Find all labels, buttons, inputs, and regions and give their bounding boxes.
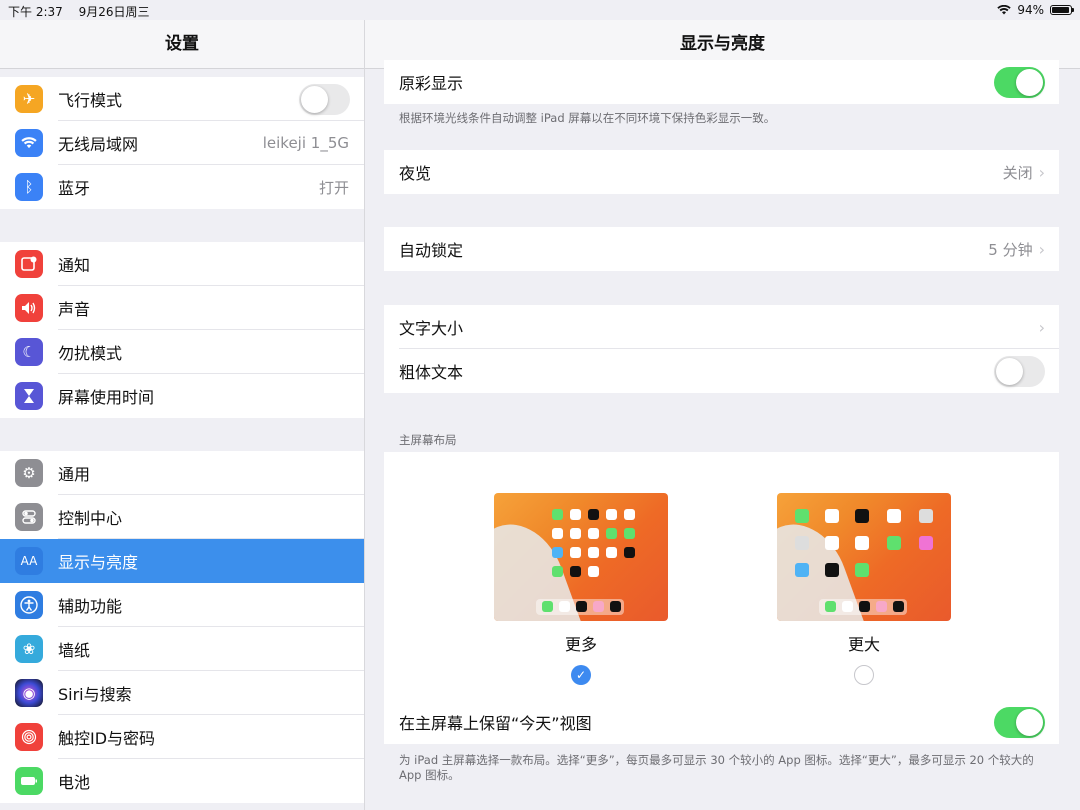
chevron-right-icon: › bbox=[1038, 162, 1045, 182]
sidebar-item-wifi[interactable]: 无线局域网 leikeji 1_5G bbox=[0, 121, 364, 165]
layout-bigger-radio[interactable] bbox=[854, 665, 874, 685]
sidebar-item-bluetooth[interactable]: ᛒ 蓝牙 打开 bbox=[0, 165, 364, 209]
display-brightness-pane: 显示与亮度 原彩显示 根据环境光线条件自动调整 iPad 屏幕以在不同环境下保持… bbox=[365, 20, 1080, 810]
text-size-label: 文字大小 bbox=[399, 319, 464, 338]
sidebar-title: 设置 bbox=[0, 20, 364, 69]
auto-lock-value: 5 分钟 bbox=[988, 240, 1033, 259]
status-time: 下午 2:37 bbox=[8, 5, 63, 19]
layout-more-preview bbox=[494, 493, 668, 621]
sidebar-item-label: 辅助功能 bbox=[58, 597, 123, 616]
airplane-mode-toggle[interactable] bbox=[299, 83, 350, 115]
sidebar-item-sounds[interactable]: 声音 bbox=[0, 286, 364, 330]
sidebar-item-accessibility[interactable]: 辅助功能 bbox=[0, 583, 364, 627]
fingerprint-icon bbox=[15, 723, 43, 751]
sidebar-item-label: 显示与亮度 bbox=[58, 553, 139, 572]
wallpaper-icon: ❀ bbox=[15, 635, 43, 663]
sidebar-item-battery[interactable]: 电池 bbox=[0, 759, 364, 803]
sidebar-item-do-not-disturb[interactable]: ☾ 勿扰模式 bbox=[0, 330, 364, 374]
sidebar-item-touch-id-passcode[interactable]: 触控ID与密码 bbox=[0, 715, 364, 759]
sidebar-item-label: 飞行模式 bbox=[58, 91, 123, 110]
bold-text-toggle[interactable] bbox=[994, 355, 1045, 387]
switches-icon bbox=[15, 503, 43, 531]
home-layout-header: 主屏幕布局 bbox=[399, 433, 457, 447]
wifi-status-icon bbox=[997, 5, 1012, 15]
sidebar-item-label: Siri与搜索 bbox=[58, 685, 132, 704]
layout-more-label: 更多 bbox=[564, 635, 597, 654]
sidebar-item-label: 通用 bbox=[58, 465, 91, 484]
text-group: 文字大小 › 粗体文本 bbox=[384, 305, 1059, 393]
true-tone-label: 原彩显示 bbox=[399, 74, 464, 93]
bluetooth-icon: ᛒ bbox=[15, 173, 43, 201]
bluetooth-value: 打开 bbox=[318, 178, 349, 197]
settings-sidebar: 设置 ✈ 飞行模式 无线局域网 leikeji 1_5G ᛒ 蓝牙 打开 通知 bbox=[0, 20, 365, 810]
night-shift-label: 夜览 bbox=[399, 164, 432, 183]
moon-icon: ☾ bbox=[15, 338, 43, 366]
chevron-right-icon: › bbox=[1038, 317, 1045, 337]
true-tone-group: 原彩显示 bbox=[384, 60, 1059, 104]
true-tone-toggle[interactable] bbox=[994, 66, 1045, 98]
sidebar-item-display-brightness[interactable]: AA 显示与亮度 bbox=[0, 539, 364, 583]
battery-icon bbox=[15, 767, 43, 795]
true-tone-row: 原彩显示 bbox=[384, 60, 1059, 104]
layout-bigger-label: 更大 bbox=[847, 635, 880, 654]
sidebar-item-wallpaper[interactable]: ❀ 墙纸 bbox=[0, 627, 364, 671]
bold-text-label: 粗体文本 bbox=[399, 363, 464, 382]
sidebar-item-screen-time[interactable]: 屏幕使用时间 bbox=[0, 374, 364, 418]
display-brightness-icon: AA bbox=[15, 547, 43, 575]
siri-icon: ◉ bbox=[15, 679, 43, 707]
bold-text-row: 粗体文本 bbox=[384, 349, 1059, 393]
wifi-network-value: leikeji 1_5G bbox=[262, 134, 349, 152]
text-size-row[interactable]: 文字大小 › bbox=[384, 305, 1059, 349]
sidebar-group-general: ⚙ 通用 控制中心 AA 显示与亮度 辅助功能 ❀ 墙纸 ◉ Siri与搜索 触… bbox=[0, 451, 364, 803]
layout-more-radio[interactable]: ✓ bbox=[571, 665, 591, 685]
sidebar-item-notifications[interactable]: 通知 bbox=[0, 242, 364, 286]
night-shift-value: 关闭 bbox=[1002, 163, 1033, 182]
notifications-icon bbox=[15, 250, 43, 278]
auto-lock-group: 自动锁定 5 分钟 › bbox=[384, 227, 1059, 271]
sidebar-group-notifications: 通知 声音 ☾ 勿扰模式 屏幕使用时间 bbox=[0, 242, 364, 418]
night-shift-group: 夜览 关闭 › bbox=[384, 150, 1059, 194]
status-bar: 下午 2:37 9月26日周三 94% bbox=[0, 0, 1080, 20]
home-layout-group: 更多 ✓ 更大 在主屏幕上保留“今天”视图 bbox=[384, 452, 1059, 744]
sidebar-item-control-center[interactable]: 控制中心 bbox=[0, 495, 364, 539]
keep-today-toggle[interactable] bbox=[994, 706, 1045, 738]
accessibility-icon bbox=[15, 591, 43, 619]
sidebar-item-label: 电池 bbox=[58, 773, 91, 792]
sidebar-group-connectivity: ✈ 飞行模式 无线局域网 leikeji 1_5G ᛒ 蓝牙 打开 bbox=[0, 77, 364, 209]
keep-today-label: 在主屏幕上保留“今天”视图 bbox=[399, 714, 592, 733]
sidebar-item-label: 声音 bbox=[58, 300, 91, 319]
sidebar-item-airplane-mode[interactable]: ✈ 飞行模式 bbox=[0, 77, 364, 121]
chevron-right-icon: › bbox=[1038, 239, 1045, 259]
sidebar-item-label: 通知 bbox=[58, 256, 91, 275]
layout-option-bigger[interactable]: 更大 bbox=[777, 493, 951, 685]
auto-lock-row[interactable]: 自动锁定 5 分钟 › bbox=[384, 227, 1059, 271]
auto-lock-label: 自动锁定 bbox=[399, 241, 464, 260]
sidebar-item-label: 墙纸 bbox=[58, 641, 91, 660]
sidebar-item-label: 屏幕使用时间 bbox=[58, 388, 155, 407]
layout-footnote: 为 iPad 主屏幕选择一款布局。选择“更多”，每页最多可显示 30 个较小的 … bbox=[399, 753, 1034, 782]
battery-percent: 94% bbox=[1017, 3, 1044, 17]
hourglass-icon bbox=[15, 382, 43, 410]
sidebar-item-label: 蓝牙 bbox=[58, 179, 91, 198]
sidebar-item-label: 无线局域网 bbox=[58, 135, 139, 154]
sidebar-item-label: 控制中心 bbox=[58, 509, 123, 528]
wifi-icon bbox=[15, 129, 43, 157]
layout-option-more[interactable]: 更多 ✓ bbox=[494, 493, 668, 685]
gear-icon: ⚙ bbox=[15, 459, 43, 487]
battery-icon bbox=[1050, 5, 1074, 15]
sidebar-item-label: 触控ID与密码 bbox=[58, 729, 156, 748]
airplane-icon: ✈ bbox=[15, 85, 43, 113]
speaker-icon bbox=[15, 294, 43, 322]
keep-today-row: 在主屏幕上保留“今天”视图 bbox=[384, 700, 1059, 744]
true-tone-footnote: 根据环境光线条件自动调整 iPad 屏幕以在不同环境下保持色彩显示一致。 bbox=[399, 111, 776, 125]
sidebar-item-label: 勿扰模式 bbox=[58, 344, 123, 363]
night-shift-row[interactable]: 夜览 关闭 › bbox=[384, 150, 1059, 194]
sidebar-item-siri-search[interactable]: ◉ Siri与搜索 bbox=[0, 671, 364, 715]
layout-bigger-preview bbox=[777, 493, 951, 621]
sidebar-item-general[interactable]: ⚙ 通用 bbox=[0, 451, 364, 495]
status-date: 9月26日周三 bbox=[78, 5, 150, 19]
